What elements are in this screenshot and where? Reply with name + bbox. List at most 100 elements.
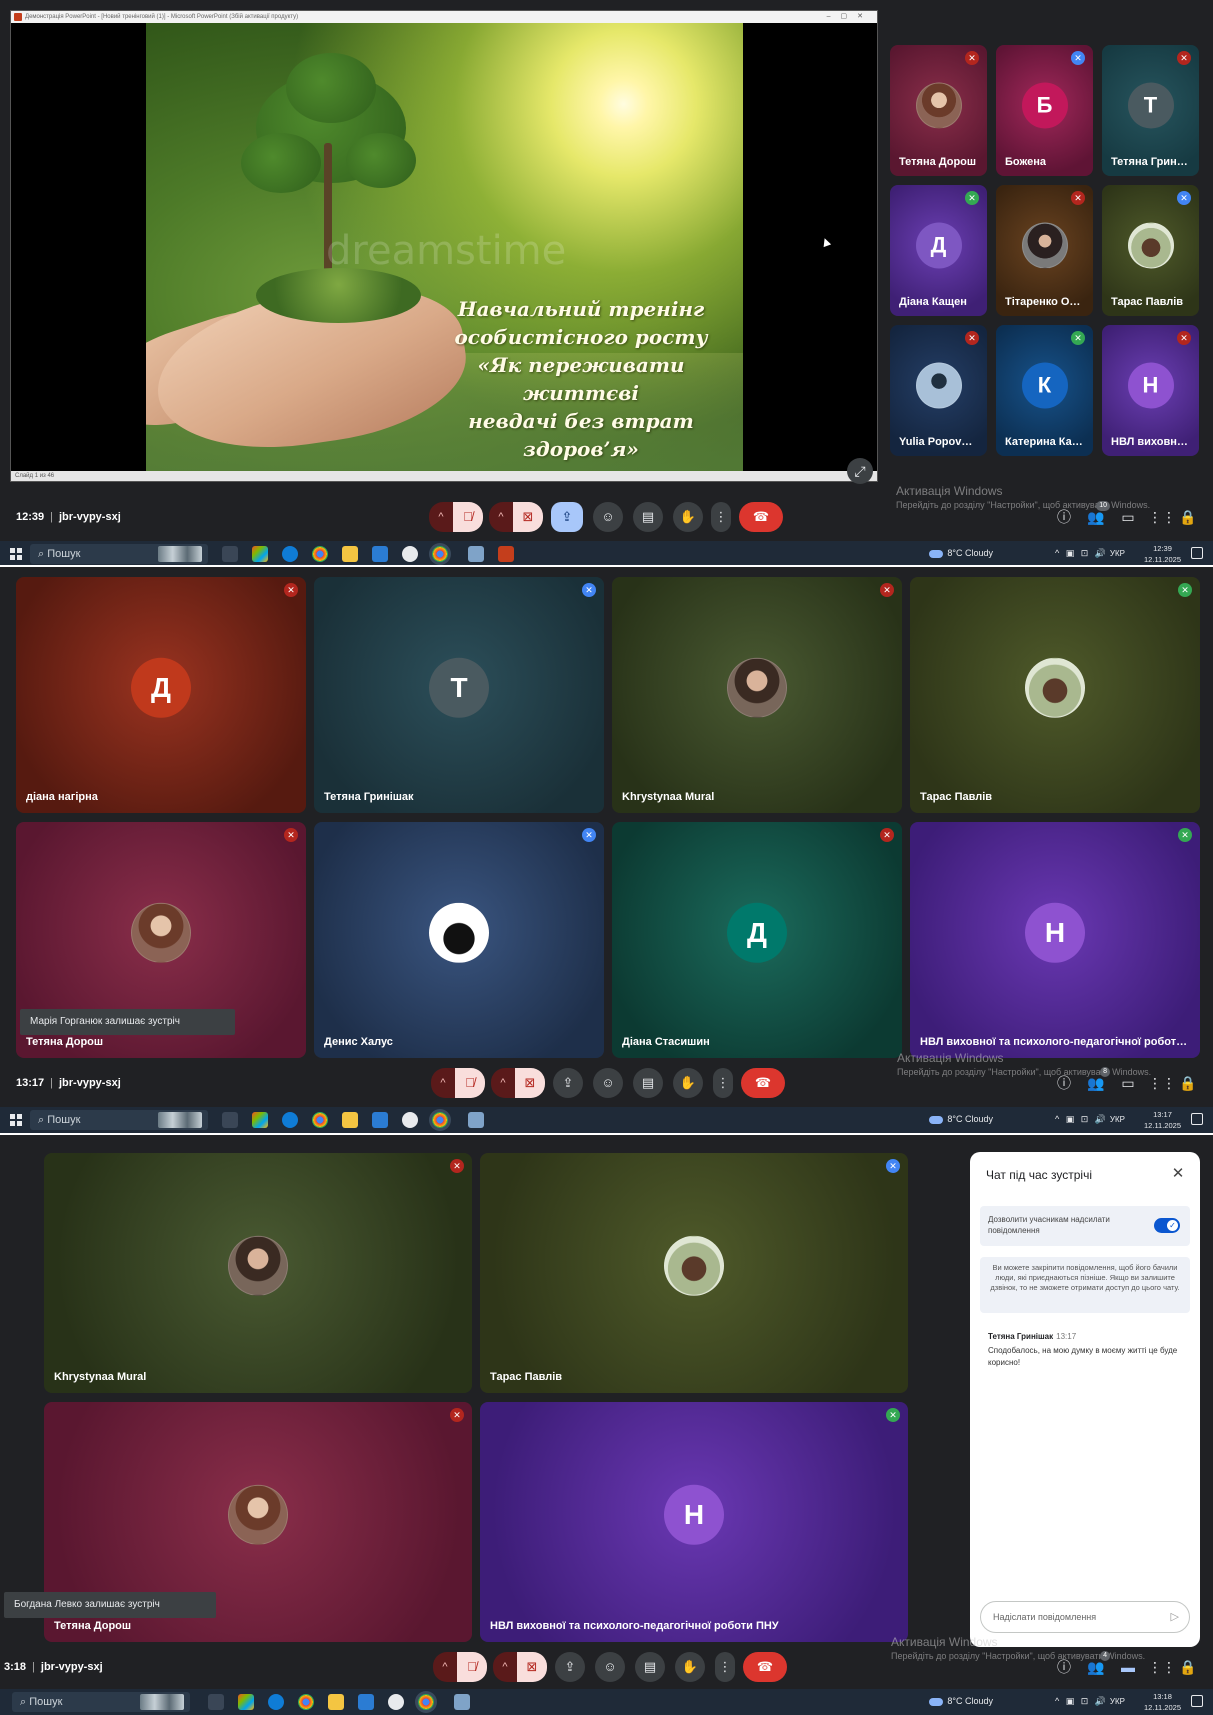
participant-tile[interactable]: ✕ Ддіана нагірна [16,577,306,813]
more-options-icon[interactable]: ⋮ [713,1068,733,1098]
language-indicator[interactable]: УКР [1110,549,1125,558]
activities-icon[interactable]: ⋮⋮ [1148,1657,1176,1677]
captions-icon[interactable]: ▤ [633,1068,663,1098]
tray-icons[interactable]: ^ ▣ ⊡ 🔊 [1055,1696,1108,1707]
people-icon[interactable]: 👥 8 [1086,1067,1110,1093]
participant-tile[interactable]: ✕ Н НВЛ виховної... [1102,325,1199,456]
present-screen-icon[interactable]: ⇪ [555,1652,585,1682]
participant-tile[interactable]: ✕ Т Тетяна Гриніш... [1102,45,1199,176]
participant-tile[interactable]: ✕ Тарас Павлів [910,577,1200,813]
expand-icon[interactable]: ⤢ [847,458,873,484]
calculator-icon[interactable] [468,1112,484,1128]
participant-tile[interactable]: ✕ К Катерина Кар... [996,325,1093,456]
participant-tile[interactable]: ✕ Б Божена [996,45,1093,176]
start-icon[interactable] [10,1114,22,1126]
messenger-icon[interactable] [388,1694,404,1710]
file-explorer-icon[interactable] [342,546,358,562]
emoji-icon[interactable]: ☺ [593,502,623,532]
task-view-icon[interactable] [222,546,238,562]
participant-tile[interactable]: ✕ Тетяна Дорош [890,45,987,176]
captions-icon[interactable]: ▤ [635,1652,665,1682]
emoji-icon[interactable]: ☺ [593,1068,623,1098]
powerpoint-taskbar-icon[interactable] [498,546,514,562]
more-options-icon[interactable]: ⋮ [715,1652,735,1682]
close-icon[interactable]: ✕ [1168,1164,1188,1184]
calculator-icon[interactable] [468,546,484,562]
start-icon[interactable] [10,548,22,560]
telegram-icon[interactable] [372,1112,388,1128]
mic-off-icon[interactable]: 🎙̸ [455,1068,485,1098]
message-input[interactable]: Надіслати повідомлення ▷ [980,1601,1190,1633]
taskbar-search[interactable]: ⌕ Пошук [30,544,208,564]
language-indicator[interactable]: УКР [1110,1115,1125,1124]
hang-up-icon[interactable]: ☎ [739,502,783,532]
camera-off-icon[interactable]: ⊠ [513,502,543,532]
allow-messages-toggle[interactable]: ✓ [1154,1218,1180,1233]
notifications-icon[interactable] [1191,1695,1203,1707]
participant-tile[interactable]: ✕ Тарас Павлів [1102,185,1199,316]
present-screen-icon[interactable]: ⇪ [553,1068,583,1098]
telegram-icon[interactable] [358,1694,374,1710]
calculator-icon[interactable] [454,1694,470,1710]
edge-icon[interactable] [282,546,298,562]
taskbar-search[interactable]: ⌕ Пошук [12,1692,190,1712]
raise-hand-icon[interactable]: ✋ [673,1068,703,1098]
participant-tile[interactable]: ✕ Khrystynaa Mural [612,577,902,813]
video-options-chevron-icon[interactable]: ^ [489,502,513,532]
file-explorer-icon[interactable] [342,1112,358,1128]
present-screen-icon[interactable]: ⇪ [551,502,583,532]
audio-options-chevron-icon[interactable]: ^ [431,1068,455,1098]
chrome-icon[interactable] [298,1694,314,1710]
chat-icon[interactable]: ▭ [1118,507,1138,527]
mic-off-icon[interactable]: 🎙̸ [453,502,483,532]
tray-icons[interactable]: ^ ▣ ⊡ 🔊 [1055,548,1108,559]
participant-tile[interactable]: ✕ Khrystynaa Mural [44,1153,472,1393]
hang-up-icon[interactable]: ☎ [741,1068,785,1098]
participant-tile[interactable]: ✕ Н НВЛ виховної та психолого-педагогічної… [910,822,1200,1058]
mic-off-icon[interactable]: 🎙̸ [457,1652,487,1682]
taskbar-clock[interactable]: 12:39 12.11.2025 [1144,543,1181,565]
emoji-icon[interactable]: ☺ [595,1652,625,1682]
info-icon[interactable]: ⓘ [1054,1073,1074,1093]
video-options-chevron-icon[interactable]: ^ [493,1652,517,1682]
hang-up-icon[interactable]: ☎ [743,1652,787,1682]
audio-options-chevron-icon[interactable]: ^ [429,502,453,532]
file-explorer-icon[interactable] [328,1694,344,1710]
chrome-profile-icon[interactable] [432,546,448,562]
chrome-profile-icon[interactable] [432,1112,448,1128]
chrome-icon[interactable] [312,1112,328,1128]
language-indicator[interactable]: УКР [1110,1697,1125,1706]
messenger-icon[interactable] [402,1112,418,1128]
camera-off-icon[interactable]: ⊠ [515,1068,545,1098]
taskbar-clock[interactable]: 13:18 12.11.2025 [1144,1691,1181,1713]
participant-tile[interactable]: ✕ Тарас Павлів [480,1153,908,1393]
copilot-icon[interactable] [238,1694,254,1710]
weather-widget[interactable]: 8°C Cloudy [929,1114,993,1124]
participant-tile[interactable]: ✕ Денис Халус [314,822,604,1058]
host-controls-icon[interactable]: 🔒 [1178,1657,1198,1677]
raise-hand-icon[interactable]: ✋ [675,1652,705,1682]
notifications-icon[interactable] [1191,1113,1203,1125]
activities-icon[interactable]: ⋮⋮ [1148,507,1176,527]
edge-icon[interactable] [282,1112,298,1128]
task-view-icon[interactable] [208,1694,224,1710]
more-options-icon[interactable]: ⋮ [711,502,731,532]
participant-tile[interactable]: ✕ Т Тетяна Гринішак [314,577,604,813]
participant-tile[interactable]: ✕ Д Діана Стасишин [612,822,902,1058]
window-controls[interactable]: –▢✕ [827,11,873,23]
video-options-chevron-icon[interactable]: ^ [491,1068,515,1098]
edge-icon[interactable] [268,1694,284,1710]
audio-options-chevron-icon[interactable]: ^ [433,1652,457,1682]
participant-tile[interactable]: ✕ Н НВЛ виховної та психолого-педагогічної… [480,1402,908,1642]
people-icon[interactable]: 👥 10 [1086,501,1110,527]
chrome-icon[interactable] [312,546,328,562]
raise-hand-icon[interactable]: ✋ [673,502,703,532]
participant-tile[interactable]: ✕ Тітаренко Оле... [996,185,1093,316]
copilot-icon[interactable] [252,1112,268,1128]
task-view-icon[interactable] [222,1112,238,1128]
people-icon[interactable]: 👥 4 [1086,1651,1110,1677]
telegram-icon[interactable] [372,546,388,562]
host-controls-icon[interactable]: 🔒 [1178,1073,1198,1093]
chrome-profile-icon[interactable] [418,1694,434,1710]
info-icon[interactable]: ⓘ [1054,1657,1074,1677]
